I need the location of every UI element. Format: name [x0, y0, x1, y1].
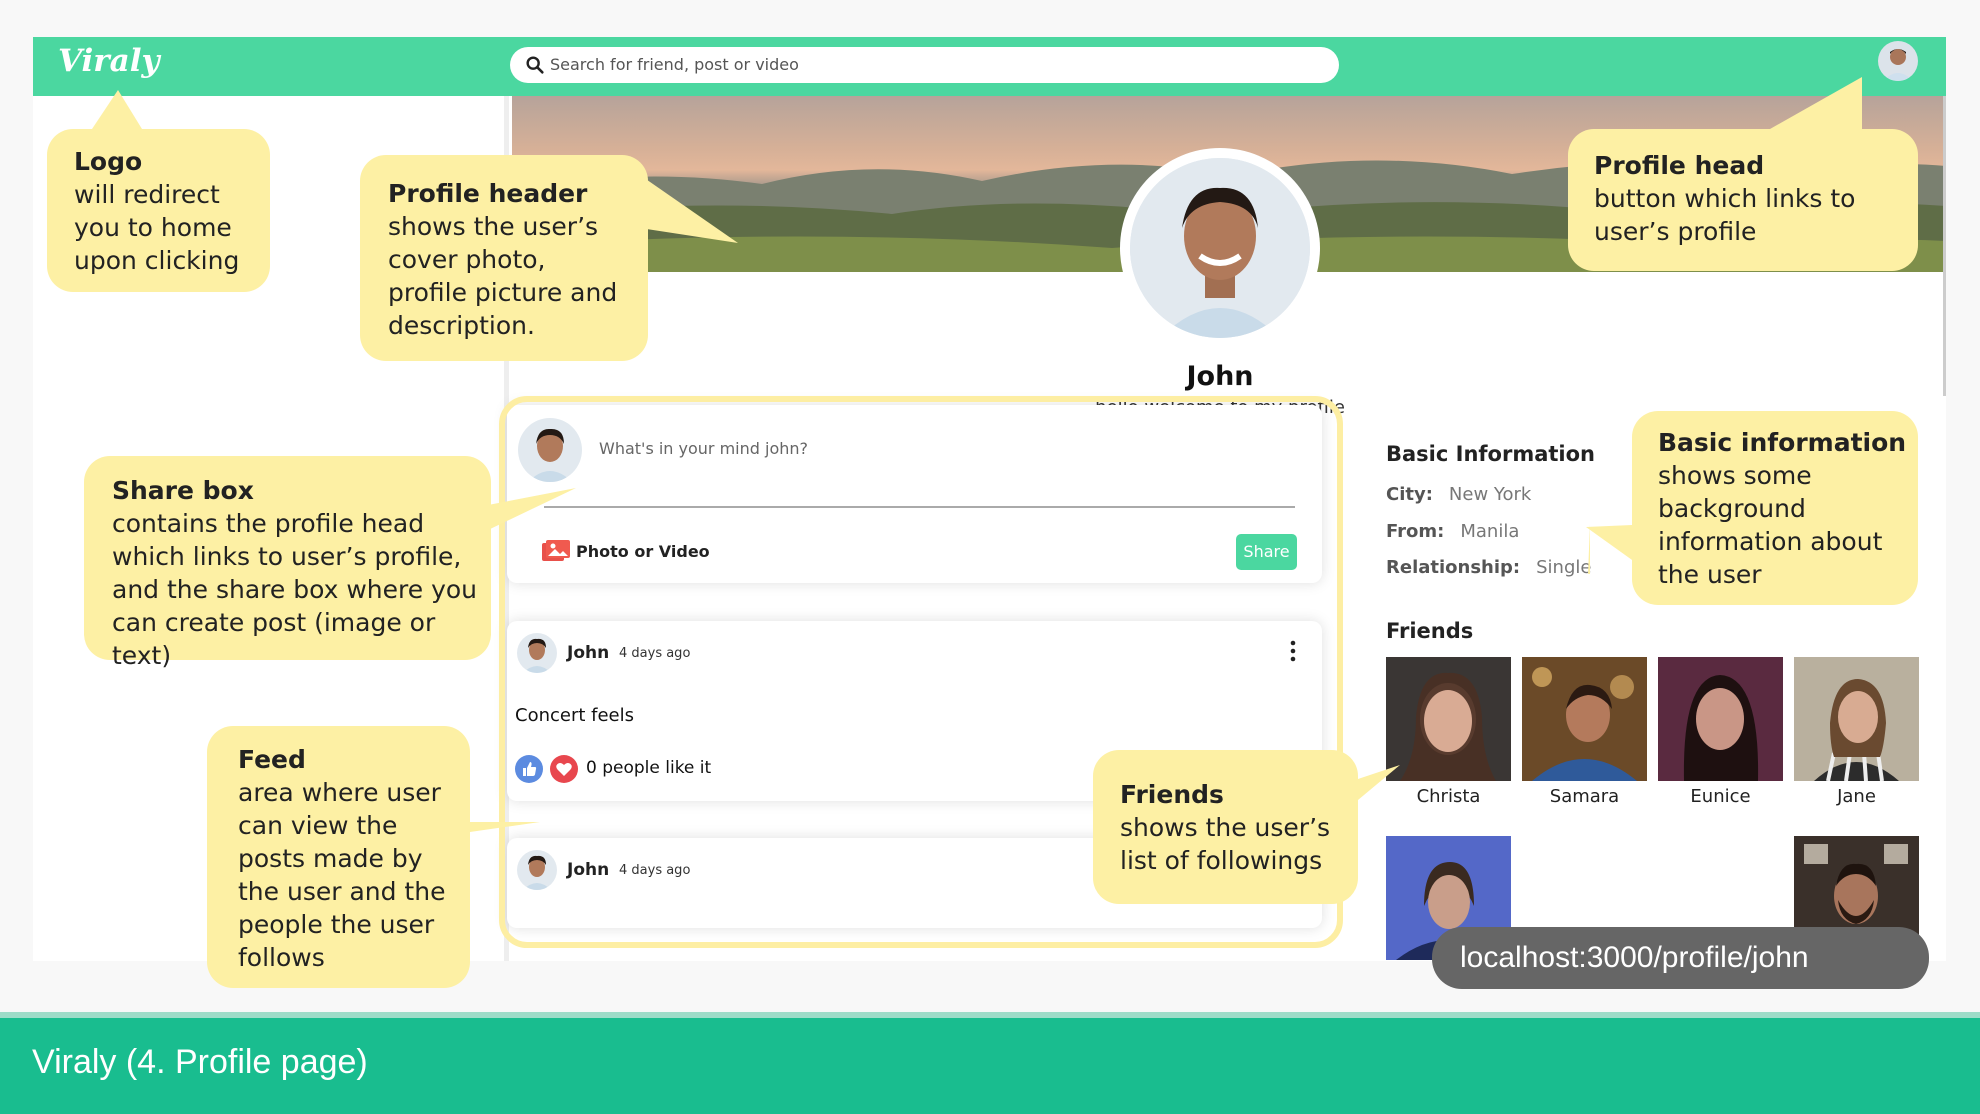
callout-friends: Friends shows the user’s list of followin…	[1093, 750, 1358, 904]
url-label: localhost:3000/profile/john	[1432, 927, 1929, 989]
callout-profile-header: Profile header shows the user’s cover pho…	[360, 155, 648, 361]
callout-text: shows some background information about …	[1658, 461, 1883, 589]
callout-title: Logo	[74, 147, 143, 176]
slide-title: Viraly (4. Profile page)	[32, 1043, 368, 1081]
callout-text: button which links to user’s profile	[1594, 184, 1856, 246]
callout-logo: Logo will redirect you to home upon click…	[47, 129, 270, 292]
callout-text: area where user can view the posts made …	[238, 778, 446, 972]
callout-title: Profile header	[388, 179, 588, 208]
callout-title: Friends	[1120, 780, 1224, 809]
callout-profile-head: Profile head button which links to user’s…	[1568, 129, 1918, 271]
callout-text: contains the profile head which links to…	[112, 509, 478, 670]
callout-basic-information: Basic information shows some background i…	[1632, 411, 1918, 605]
callout-text: shows the user’s list of followings	[1120, 813, 1331, 875]
callout-title: Profile head	[1594, 151, 1765, 180]
callout-title: Basic information	[1658, 428, 1907, 457]
callout-text: shows the user’s cover photo, profile pi…	[388, 212, 618, 340]
callout-text: will redirect you to home upon clicking	[74, 180, 240, 275]
callout-title: Feed	[238, 745, 306, 774]
callout-share-box: Share box contains the profile head which…	[84, 456, 491, 670]
callout-feed: Feed area where user can view the posts m…	[207, 726, 470, 988]
callout-title: Share box	[112, 476, 254, 505]
